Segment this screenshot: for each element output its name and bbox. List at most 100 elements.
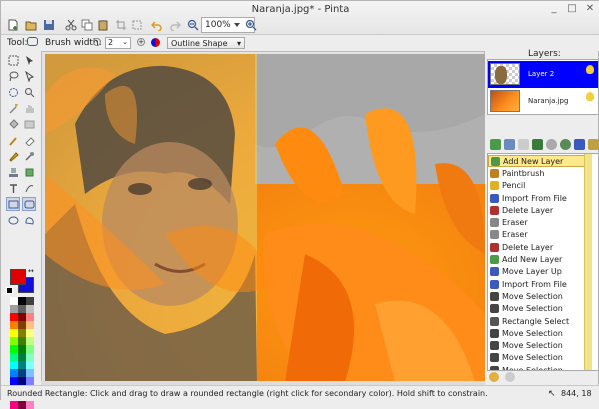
move-selected-icon[interactable]	[22, 53, 36, 67]
brush-width-combo[interactable]: 2 ⌄	[105, 37, 131, 49]
magic-wand-icon[interactable]	[6, 101, 20, 115]
history-item[interactable]: Move Selection	[488, 352, 585, 364]
move-layer-down-icon[interactable]	[546, 139, 557, 150]
history-item[interactable]: Import From File	[488, 192, 585, 204]
rectangle-icon[interactable]	[6, 197, 20, 211]
history-item[interactable]: Eraser	[488, 229, 585, 241]
visibility-icon[interactable]	[586, 92, 594, 101]
cut-icon[interactable]	[63, 17, 79, 33]
copy-layer-icon[interactable]	[518, 139, 529, 150]
paintbrush-icon	[490, 168, 499, 178]
pencil-icon[interactable]	[6, 149, 20, 163]
zoom-in-icon[interactable]	[243, 17, 259, 33]
pencil-icon	[490, 181, 499, 191]
history-item[interactable]: Add New Layer	[488, 253, 585, 265]
rectangle-select-icon[interactable]	[6, 53, 20, 67]
fill-style-icon[interactable]	[151, 38, 160, 47]
shape-type-select[interactable]: Outline Shape ▾	[167, 37, 245, 49]
crop-icon[interactable]	[113, 17, 129, 33]
add-layer-icon[interactable]	[490, 139, 501, 150]
pinta-window: Naranja.jpg* - Pinta _ □ ✕ 100% Tool: Br…	[0, 0, 599, 409]
text-icon[interactable]	[6, 181, 20, 195]
move-selection-icon	[490, 304, 499, 314]
swap-colors-icon[interactable]: ↔	[28, 267, 34, 275]
clone-stamp-icon[interactable]	[6, 165, 20, 179]
zoom-tool-icon[interactable]	[22, 85, 36, 99]
recolor-icon[interactable]	[22, 165, 36, 179]
visibility-icon[interactable]	[586, 65, 594, 74]
history-item[interactable]: Move Selection	[488, 327, 585, 339]
ellipse-select-icon[interactable]	[6, 85, 20, 99]
paste-icon[interactable]	[95, 17, 111, 33]
history-item[interactable]: Move Selection	[488, 340, 585, 352]
history-item[interactable]: Move Selection	[488, 364, 585, 370]
layer-item[interactable]: Layer 2	[488, 61, 598, 88]
gradient-icon[interactable]	[22, 117, 36, 131]
layer-properties-icon[interactable]	[574, 139, 585, 150]
color-picker-icon[interactable]	[22, 149, 36, 163]
redo-icon[interactable]	[505, 372, 515, 382]
undo-icon[interactable]	[149, 17, 165, 33]
paintbrush-icon[interactable]	[6, 133, 20, 147]
copy-icon[interactable]	[79, 17, 95, 33]
minimize-icon[interactable]: _	[548, 3, 560, 15]
history-item[interactable]: Paintbrush	[488, 167, 585, 179]
freeform-shape-icon[interactable]	[22, 213, 36, 227]
move-layer-up-icon[interactable]	[560, 139, 571, 150]
history-item[interactable]: Eraser	[488, 217, 585, 229]
history-item[interactable]: Delete Layer	[488, 204, 585, 216]
reset-colors-icon[interactable]	[6, 287, 13, 294]
history-item[interactable]: Add New Layer	[488, 155, 585, 168]
history-item-label: Add New Layer	[503, 156, 564, 166]
open-file-icon[interactable]	[23, 17, 39, 33]
history-item[interactable]: Rectangle Select	[488, 315, 585, 327]
move-selection-icon	[490, 353, 499, 363]
new-file-icon[interactable]	[5, 17, 21, 33]
tool-options-bar: Tool: Brush width: -	[1, 35, 599, 51]
zoom-out-icon[interactable]	[185, 17, 201, 33]
history-item[interactable]: Move Selection	[488, 303, 585, 315]
image-canvas[interactable]	[45, 54, 485, 382]
history-item[interactable]: Move Layer Up	[488, 266, 585, 278]
history-item-label: Move Layer Up	[502, 267, 562, 277]
history-item[interactable]: Delete Layer	[488, 241, 585, 253]
redo-icon[interactable]	[167, 17, 183, 33]
history-item-label: Move Selection	[502, 341, 563, 351]
rounded-rectangle-icon[interactable]	[22, 197, 36, 211]
history-item[interactable]: Move Selection	[488, 290, 585, 302]
eraser-icon	[490, 218, 499, 228]
ellipse-icon[interactable]	[6, 213, 20, 227]
history-scrollbar[interactable]	[584, 154, 592, 370]
import-icon	[490, 193, 499, 203]
line-curve-icon[interactable]	[22, 181, 36, 195]
history-item[interactable]: Pencil	[488, 180, 585, 192]
history-item-label: Add New Layer	[502, 255, 563, 265]
merge-layer-icon[interactable]	[532, 139, 543, 150]
decrease-width-icon[interactable]: -	[93, 38, 101, 46]
move-selection-icon[interactable]	[22, 69, 36, 83]
layer-item[interactable]: Naranja.jpg	[488, 88, 598, 115]
close-icon[interactable]: ✕	[584, 3, 596, 15]
duplicate-layer-icon[interactable]	[504, 139, 515, 150]
history-item-label: Rectangle Select	[502, 316, 570, 326]
history-item[interactable]: Import From File	[488, 278, 585, 290]
deselect-icon[interactable]	[129, 17, 145, 33]
eraser-icon[interactable]	[22, 133, 36, 147]
maximize-icon[interactable]: □	[566, 3, 578, 15]
lasso-select-icon[interactable]	[6, 69, 20, 83]
history-item-label: Move Selection	[502, 304, 563, 314]
paint-bucket-icon[interactable]	[6, 117, 20, 131]
increase-width-icon[interactable]: +	[137, 38, 145, 46]
cursor-coordinates: 844, 18	[561, 389, 592, 398]
save-file-icon[interactable]	[41, 17, 57, 33]
current-tool-icon	[27, 37, 38, 46]
chevron-down-icon: ▾	[236, 39, 241, 48]
layer-flip-icon[interactable]	[588, 139, 599, 150]
rect-select-icon	[490, 316, 499, 326]
canvas-artwork	[45, 54, 485, 382]
pan-icon[interactable]	[22, 101, 36, 115]
primary-color-swatch[interactable]	[10, 269, 26, 285]
move-up-icon	[490, 267, 499, 277]
undo-icon[interactable]	[489, 372, 499, 382]
shape-type-value: Outline Shape	[171, 39, 228, 48]
